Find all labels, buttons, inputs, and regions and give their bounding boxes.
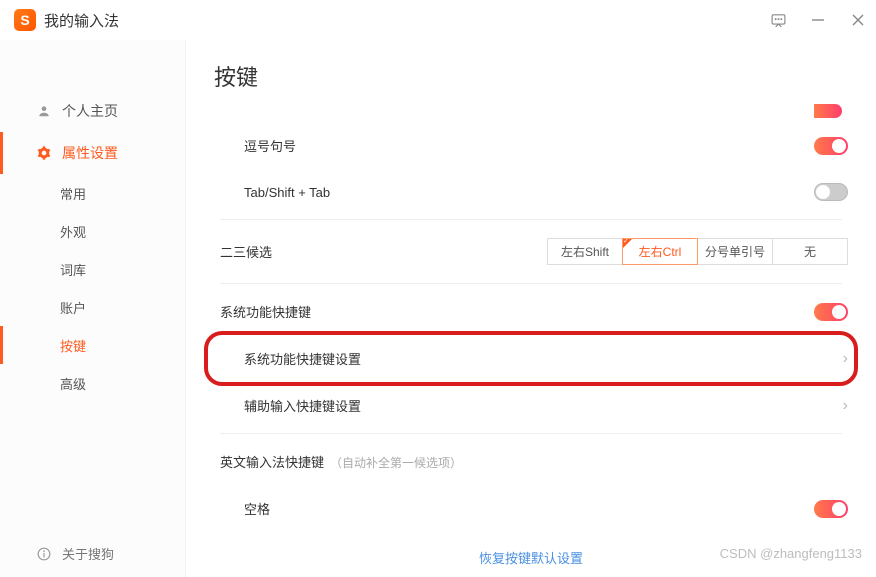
chevron-right-icon: ›	[843, 350, 848, 368]
feedback-icon[interactable]	[768, 10, 788, 30]
sidebar-about-label: 关于搜狗	[62, 544, 114, 563]
page-title: 按键	[186, 40, 876, 104]
seg-semicolon[interactable]: 分号单引号	[697, 238, 773, 265]
sidebar: 个人主页 属性设置 常用 外观 词库 账户 按键 高级 关于搜狗	[0, 40, 186, 577]
close-button[interactable]	[848, 10, 868, 30]
toggle-tab-shift[interactable]	[814, 183, 848, 201]
sidebar-item-settings[interactable]: 属性设置	[0, 132, 185, 174]
sidebar-sub-account[interactable]: 账户	[0, 288, 185, 326]
seg-none[interactable]: 无	[772, 238, 848, 265]
toggle-space[interactable]	[814, 500, 848, 518]
toggle-sys-shortcut[interactable]	[814, 303, 848, 321]
minimize-button[interactable]	[808, 10, 828, 30]
segment-group-candidates: 左右Shift 左右Ctrl 分号单引号 无	[547, 238, 848, 265]
app-title: 我的输入法	[44, 10, 119, 31]
divider	[220, 433, 842, 434]
settings-panel: 逗号句号 Tab/Shift + Tab 二三候选 左右Shift 左右Ctrl…	[186, 104, 876, 538]
watermark: CSDN @zhangfeng1133	[720, 546, 862, 561]
chevron-right-icon: ›	[843, 397, 848, 415]
row-sys-shortcut-setting[interactable]: 系统功能快捷键设置 ›	[214, 335, 848, 382]
app-logo: S	[14, 9, 36, 31]
divider	[220, 283, 842, 284]
partial-toggle	[814, 104, 842, 118]
sidebar-item-label: 属性设置	[62, 143, 118, 163]
row-space-label: 空格	[244, 499, 814, 518]
sidebar-sub-appearance[interactable]: 外观	[0, 212, 185, 250]
sidebar-sub-keys[interactable]: 按键	[0, 326, 185, 364]
row-sys-shortcut-label: 系统功能快捷键	[220, 302, 814, 321]
sidebar-sub-common[interactable]: 常用	[0, 174, 185, 212]
seg-ctrl[interactable]: 左右Ctrl	[622, 238, 698, 265]
seg-shift[interactable]: 左右Shift	[547, 238, 623, 265]
info-icon	[36, 546, 52, 562]
row-assist-shortcut-setting[interactable]: 辅助输入快捷键设置 ›	[214, 382, 848, 429]
divider	[220, 219, 842, 220]
sidebar-about[interactable]: 关于搜狗	[0, 530, 185, 577]
user-icon	[36, 103, 52, 119]
row-tab-shift-label: Tab/Shift + Tab	[244, 185, 814, 200]
sidebar-sub-advanced[interactable]: 高级	[0, 364, 185, 402]
sidebar-sub-dict[interactable]: 词库	[0, 250, 185, 288]
row-eng-shortcut-label: 英文输入法快捷键（自动补全第一候选项）	[220, 452, 848, 471]
sidebar-item-profile[interactable]: 个人主页	[0, 90, 185, 132]
row-comma-period-label: 逗号句号	[244, 136, 814, 155]
sidebar-item-label: 个人主页	[62, 101, 118, 121]
toggle-comma-period[interactable]	[814, 137, 848, 155]
row-second-third-label: 二三候选	[220, 242, 547, 261]
gear-icon	[36, 145, 52, 161]
